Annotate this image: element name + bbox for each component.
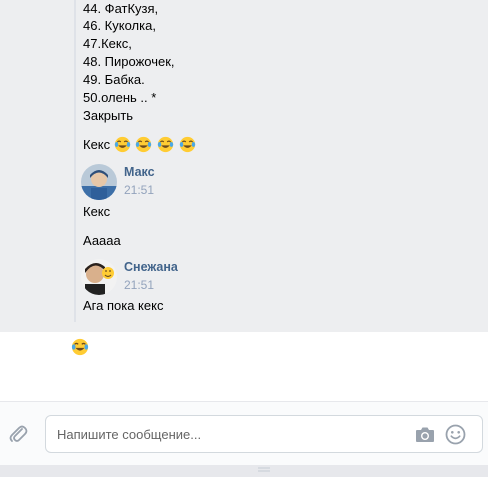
avatar-photo-icon bbox=[81, 259, 117, 295]
emoji-group bbox=[114, 136, 197, 153]
camera-button[interactable] bbox=[415, 426, 435, 443]
message-text: Ага пока кекс bbox=[83, 298, 164, 313]
tears-of-joy-emoji bbox=[71, 338, 89, 356]
message-text: Кекс bbox=[83, 204, 111, 219]
list-line: 44. ФатКузя, bbox=[83, 1, 159, 16]
message-emoji bbox=[71, 338, 89, 356]
list-line: 49. Бабка. bbox=[83, 72, 145, 87]
camera-icon bbox=[416, 427, 434, 442]
message-author[interactable]: Снежана bbox=[124, 259, 178, 275]
message-time[interactable]: 21:51 bbox=[124, 277, 154, 293]
message-text-word: Кекс bbox=[83, 137, 111, 152]
list-line: 48. Пирожочек, bbox=[83, 54, 175, 69]
chat-history: 44. ФатКузя, 46. Куколка, 47.Кекс, 48. П… bbox=[0, 0, 488, 332]
tears-of-joy-emoji bbox=[179, 136, 195, 153]
message-input-placeholder: Напишите сообщение... bbox=[57, 427, 202, 442]
attach-button[interactable] bbox=[8, 423, 28, 445]
list-line: 46. Куколка, bbox=[83, 18, 156, 33]
list-line: Закрыть bbox=[83, 108, 134, 123]
message-composer: Напишите сообщение... bbox=[0, 401, 488, 465]
resize-handle-icon[interactable] bbox=[258, 467, 270, 473]
message-author[interactable]: Макс bbox=[124, 164, 155, 180]
avatar-photo-icon bbox=[81, 164, 117, 200]
message-input[interactable]: Напишите сообщение... bbox=[45, 415, 483, 453]
message-text: Кекс bbox=[83, 136, 197, 154]
tears-of-joy-emoji bbox=[157, 136, 174, 153]
resize-bar[interactable] bbox=[0, 465, 488, 477]
tears-of-joy-emoji bbox=[114, 136, 130, 153]
message-indent-line bbox=[74, 0, 76, 322]
message-time[interactable]: 21:51 bbox=[124, 182, 154, 198]
smile-icon bbox=[445, 424, 466, 445]
emoji-button[interactable] bbox=[445, 424, 466, 445]
paperclip-icon bbox=[9, 425, 28, 442]
list-line: 47.Кекс, bbox=[83, 36, 132, 51]
avatar[interactable] bbox=[81, 164, 117, 200]
message-text: Ааааа bbox=[83, 233, 121, 248]
list-line: 50.олень .. * bbox=[83, 90, 157, 105]
tears-of-joy-emoji bbox=[136, 136, 152, 153]
avatar[interactable] bbox=[81, 259, 117, 295]
